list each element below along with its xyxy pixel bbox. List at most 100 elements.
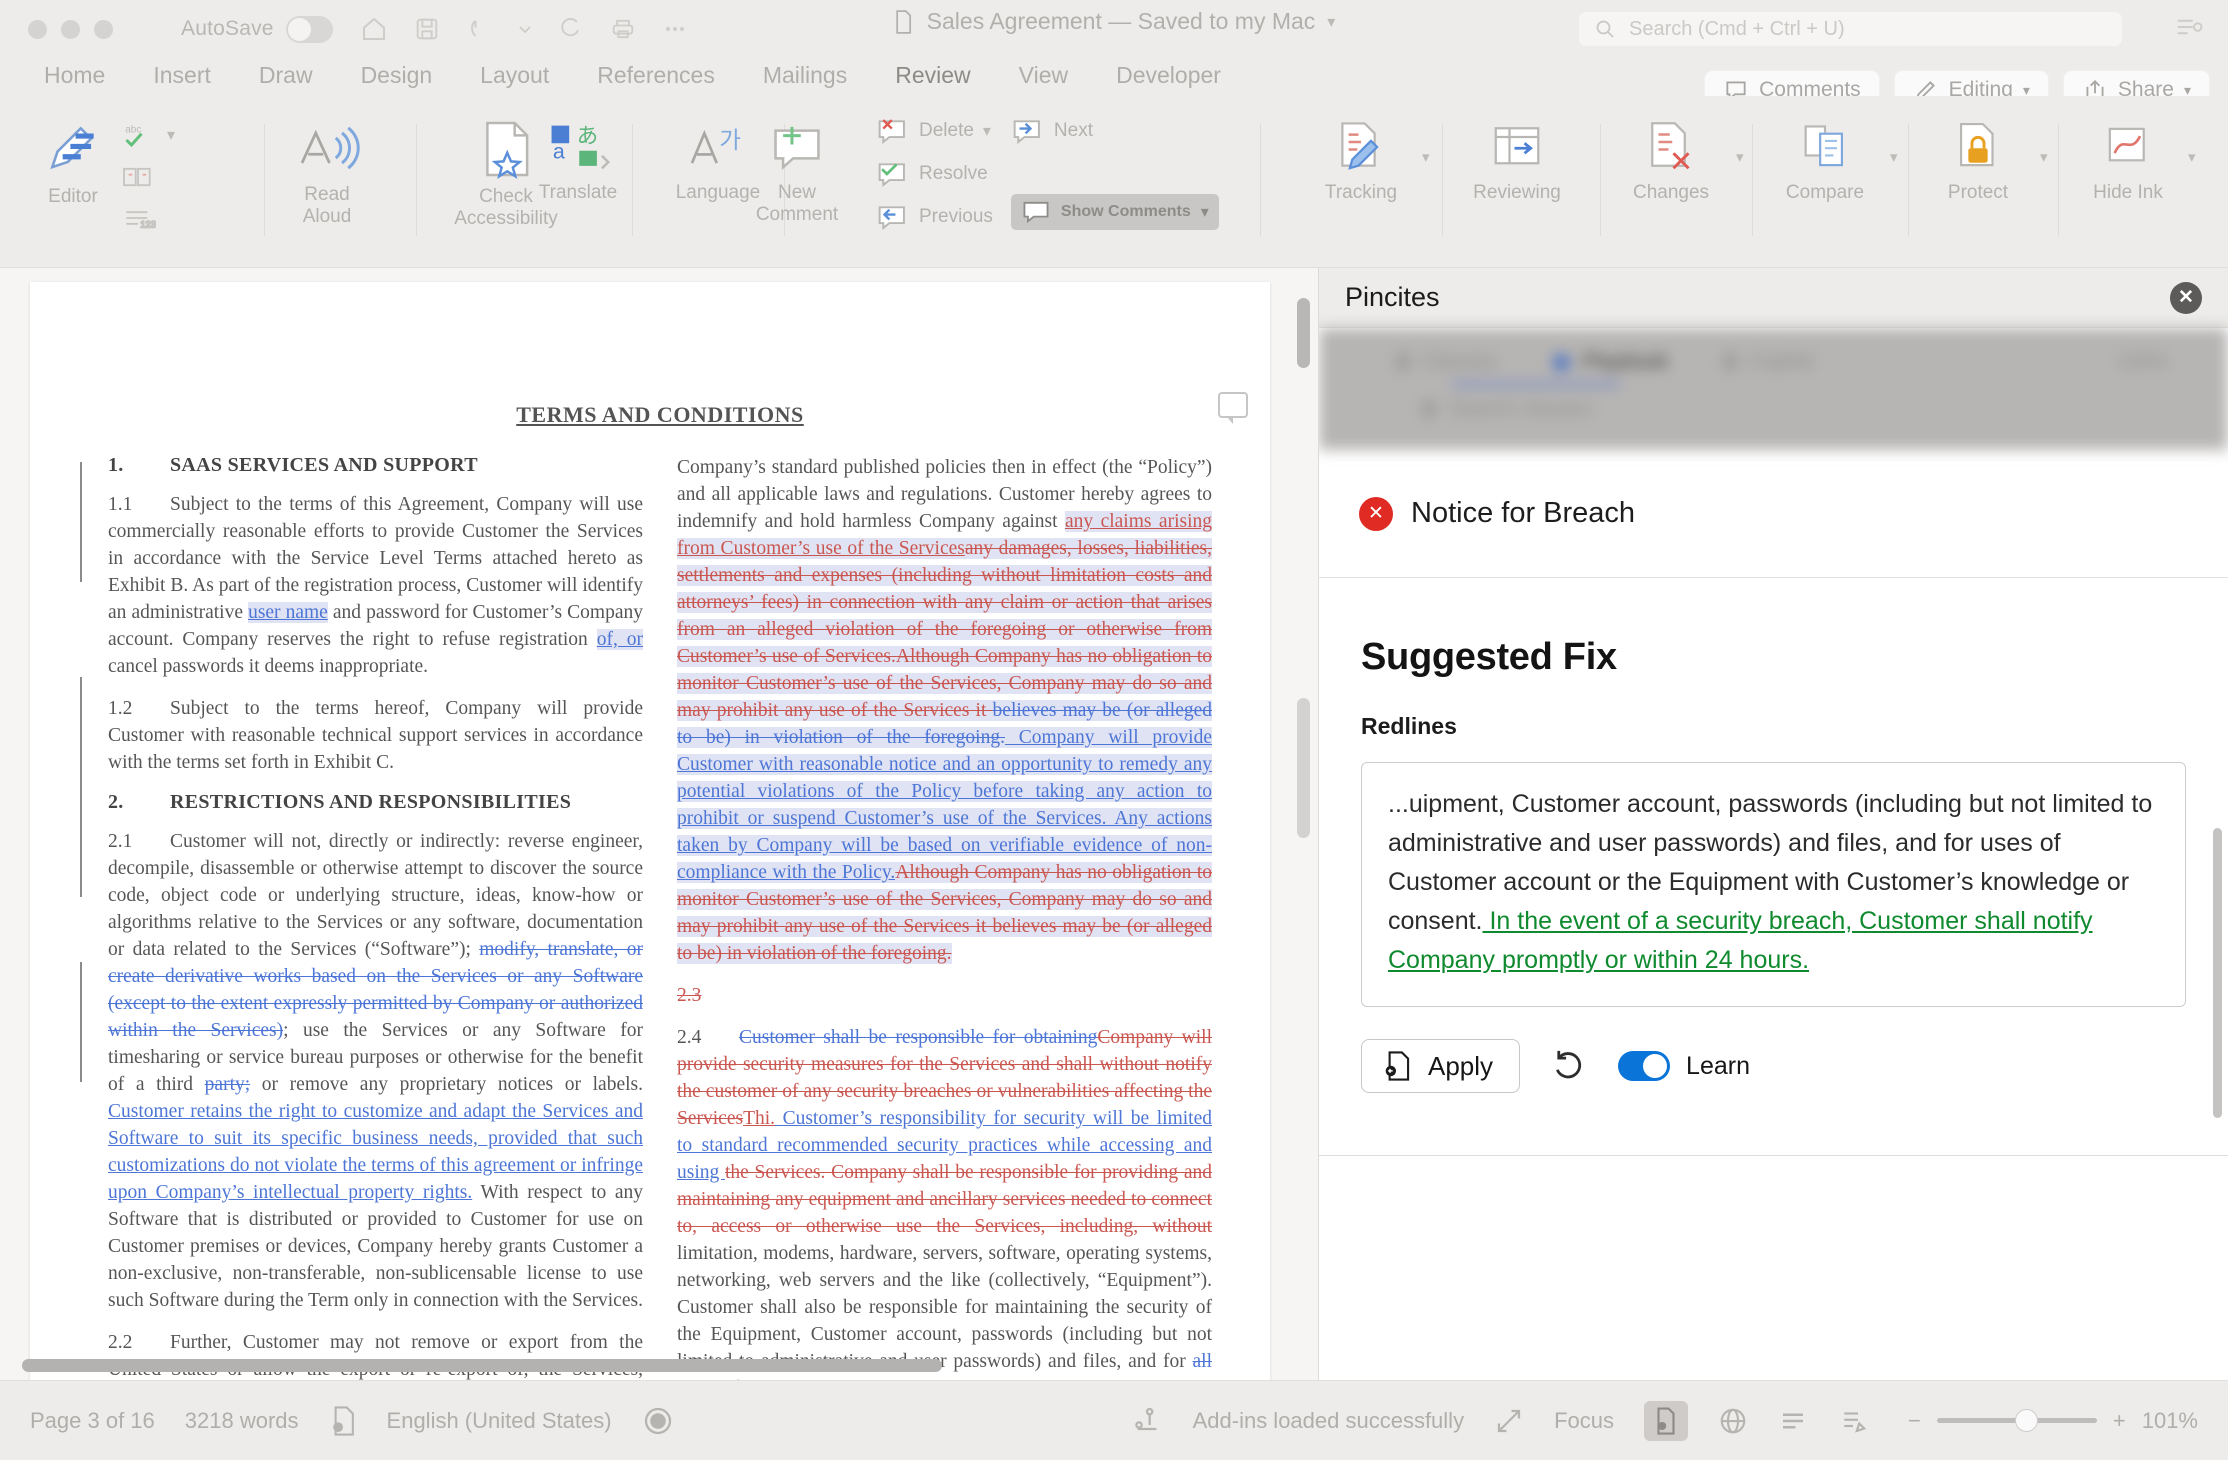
- pane-vertical-scrollbar[interactable]: [2213, 828, 2222, 1118]
- apply-button-label: Apply: [1428, 1050, 1494, 1081]
- read-aloud-label: Read Aloud: [302, 184, 352, 228]
- learn-toggle[interactable]: [1618, 1051, 1671, 1081]
- changes-button[interactable]: Changes: [1600, 102, 1742, 204]
- delete-comment-button[interactable]: Delete ▾: [876, 116, 993, 146]
- chevron-down-icon[interactable]: ▾: [167, 125, 175, 145]
- pane-tab-clauses[interactable]: Clauses: [1397, 350, 1497, 374]
- document-vertical-scrollbar[interactable]: [1297, 298, 1310, 368]
- zoom-slider[interactable]: [1936, 1409, 2097, 1432]
- chevron-down-icon[interactable]: ▾: [2188, 148, 2196, 166]
- zoom-control[interactable]: − + 101%: [1908, 1408, 2198, 1434]
- reviewing-label: Reviewing: [1473, 182, 1561, 203]
- editor-button[interactable]: Editor: [14, 102, 132, 208]
- comment-anchor-icon[interactable]: [1218, 392, 1248, 424]
- pane-search-input[interactable]: Search clauses: [1423, 397, 2143, 421]
- undo-arrow-icon[interactable]: [1550, 1045, 1588, 1088]
- print-icon[interactable]: [609, 15, 637, 43]
- word-count-button[interactable]: 123: [120, 204, 175, 232]
- spelling-check-icon[interactable]: [329, 1405, 357, 1437]
- translate-label: Translate: [538, 182, 618, 203]
- search-input[interactable]: Search (Cmd + Ctrl + U): [1629, 18, 1845, 41]
- close-window-button[interactable]: [28, 19, 47, 39]
- window-controls[interactable]: [28, 19, 113, 39]
- outline-icon[interactable]: [1778, 1406, 1808, 1436]
- chevron-down-icon[interactable]: ▾: [1201, 202, 1209, 222]
- translate-icon: aあ: [544, 118, 612, 176]
- paragraph-2-4: 2.4 Customer shall be responsible for obt…: [677, 1027, 1212, 1380]
- chevron-down-icon[interactable]: ▾: [2040, 148, 2048, 166]
- autosave-control[interactable]: AutoSave: [181, 15, 333, 43]
- maximize-window-button[interactable]: [94, 19, 113, 39]
- tab-mailings[interactable]: Mailings: [739, 58, 871, 93]
- redline-preview-box[interactable]: ...uipment, Customer account, passwords …: [1361, 762, 2186, 1007]
- document-column-left: 1. SAAS SERVICES AND SUPPORT 1.1 Subject t…: [108, 454, 643, 1380]
- tracking-button[interactable]: Tracking: [1290, 102, 1432, 204]
- zoom-in-button[interactable]: +: [2113, 1408, 2126, 1434]
- change-bar: [80, 677, 82, 897]
- undo-icon[interactable]: [465, 15, 493, 43]
- pane-tab-playbook[interactable]: Playbook: [1552, 350, 1668, 374]
- translate-button[interactable]: aあ Translate: [508, 102, 648, 204]
- protect-button[interactable]: Protect: [1908, 102, 2048, 204]
- chevron-down-icon[interactable]: ▾: [983, 121, 991, 141]
- home-icon[interactable]: [359, 14, 389, 44]
- tab-view[interactable]: View: [995, 58, 1092, 93]
- search-icon: [1423, 400, 1435, 418]
- zoom-out-button[interactable]: −: [1908, 1408, 1921, 1434]
- compare-button[interactable]: Compare: [1752, 102, 1898, 204]
- new-comment-button[interactable]: New Comment: [728, 102, 866, 227]
- redo-icon[interactable]: [557, 15, 585, 43]
- pane-blurred-toolbar[interactable]: Clauses Playbook Copilot 100% Search cla…: [1319, 328, 2228, 450]
- search-box[interactable]: Search (Cmd + Ctrl + U): [1579, 12, 2122, 46]
- tab-review[interactable]: Review: [871, 58, 994, 103]
- tab-developer[interactable]: Developer: [1092, 58, 1245, 93]
- ribbon-display-options-icon[interactable]: [2172, 12, 2206, 47]
- tab-layout[interactable]: Layout: [456, 58, 573, 93]
- previous-comment-button[interactable]: Previous: [876, 202, 993, 232]
- next-comment-button[interactable]: Next: [1011, 116, 1219, 146]
- learn-toggle-control[interactable]: Learn: [1618, 1051, 1750, 1081]
- tab-references[interactable]: References: [573, 58, 739, 93]
- chevron-down-icon[interactable]: ▾: [1422, 148, 1430, 166]
- focus-label[interactable]: Focus: [1554, 1408, 1614, 1434]
- document-page[interactable]: TERMS AND CONDITIONS 1. SAAS SERVICES AND…: [30, 282, 1270, 1380]
- web-layout-icon[interactable]: [1718, 1406, 1748, 1436]
- resolve-comment-button[interactable]: Resolve: [876, 159, 993, 189]
- close-icon[interactable]: ✕: [2170, 281, 2202, 314]
- read-aloud-button[interactable]: Read Aloud: [268, 102, 386, 229]
- autosave-toggle[interactable]: [285, 15, 333, 43]
- save-icon[interactable]: [413, 15, 441, 43]
- pane-tab-copilot[interactable]: Copilot: [1724, 350, 1814, 374]
- hide-ink-button[interactable]: Hide Ink: [2058, 102, 2198, 204]
- document-horizontal-scrollbar[interactable]: [22, 1359, 942, 1372]
- page-indicator[interactable]: Page 3 of 16: [30, 1408, 155, 1434]
- addins-icon[interactable]: [1131, 1405, 1163, 1437]
- chevron-down-icon[interactable]: ▾: [1736, 148, 1744, 166]
- zoom-slider-knob[interactable]: [2014, 1409, 2038, 1432]
- word-count[interactable]: 3218 words: [185, 1408, 299, 1434]
- print-layout-icon[interactable]: [1644, 1400, 1688, 1441]
- thesaurus-button[interactable]: [120, 163, 175, 191]
- spelling-grammar-button[interactable]: abc ▾: [120, 120, 175, 150]
- tab-draw[interactable]: Draw: [235, 58, 337, 93]
- document-title[interactable]: Sales Agreement — Saved to my Mac ▾: [893, 8, 1335, 35]
- minimize-window-button[interactable]: [61, 19, 80, 39]
- focus-icon[interactable]: [1494, 1406, 1524, 1436]
- document-vertical-scrollbar-secondary[interactable]: [1297, 698, 1310, 838]
- apply-button[interactable]: Apply: [1361, 1039, 1521, 1093]
- draft-icon[interactable]: [1838, 1406, 1868, 1436]
- tab-home[interactable]: Home: [20, 58, 129, 93]
- chevron-down-icon[interactable]: ▾: [1327, 12, 1335, 32]
- more-options-icon[interactable]: [661, 15, 689, 43]
- alert-notice-for-breach[interactable]: ✕ Notice for Breach: [1319, 450, 2228, 578]
- language-indicator[interactable]: English (United States): [387, 1408, 612, 1434]
- undo-dropdown-chevron-icon[interactable]: [517, 21, 533, 37]
- document-canvas[interactable]: TERMS AND CONDITIONS 1. SAAS SERVICES AND…: [0, 268, 1318, 1380]
- tab-insert[interactable]: Insert: [129, 58, 235, 93]
- record-icon[interactable]: [642, 1405, 674, 1437]
- zoom-level[interactable]: 101%: [2142, 1408, 2198, 1434]
- show-comments-button[interactable]: Show Comments ▾: [1010, 194, 1219, 230]
- chevron-down-icon[interactable]: ▾: [1890, 148, 1898, 166]
- tab-design[interactable]: Design: [337, 58, 457, 93]
- reviewing-button[interactable]: Reviewing: [1442, 102, 1592, 204]
